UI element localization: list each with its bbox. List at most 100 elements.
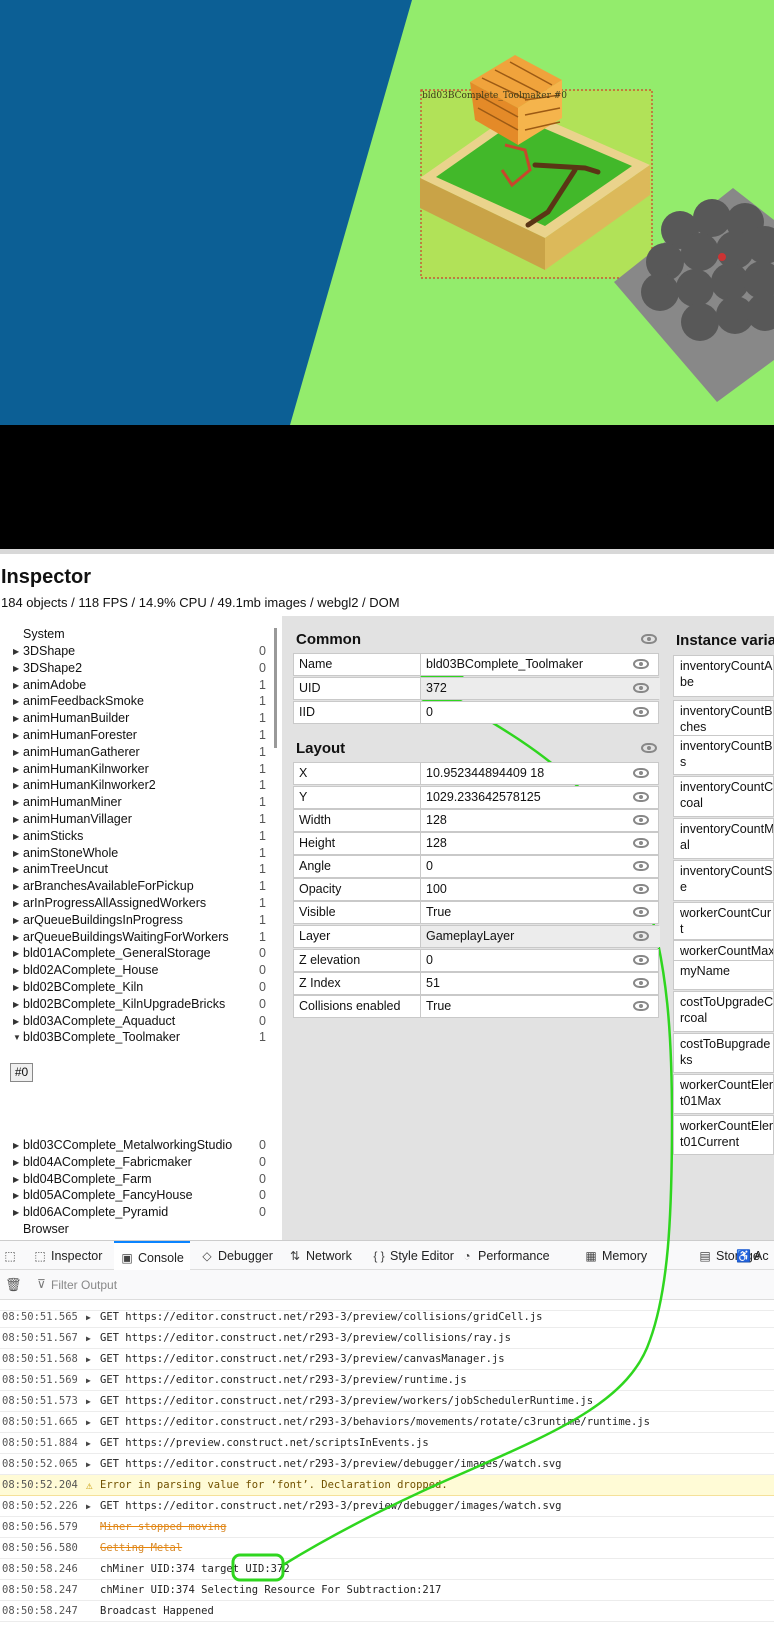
watch-eye-icon[interactable] — [633, 707, 649, 717]
tree-item-system[interactable]: System — [0, 626, 270, 643]
expand-triangle-icon[interactable]: ▶ — [13, 845, 19, 862]
tree-item[interactable]: ▶ bld02BComplete_KilnUpgradeBricks 0 — [0, 996, 270, 1013]
console-row[interactable]: 08:50:56.579 Miner stopped moving — [0, 1517, 774, 1538]
property-value[interactable]: 10.952344894409 18 — [420, 763, 660, 784]
game-viewport[interactable]: bld03BComplete_Toolmaker #0 — [0, 0, 774, 425]
expand-request-icon[interactable]: ▶ — [86, 1412, 91, 1432]
devtools-tab-inspector[interactable]: ⬚ Inspector — [33, 1241, 102, 1271]
tree-item[interactable]: ▶ animStoneWhole 1 — [0, 845, 270, 862]
tree-scrollbar[interactable] — [274, 628, 277, 748]
instance-variable-row[interactable]: myName — [673, 960, 774, 990]
tree-item[interactable]: ▶ animHumanBuilder 1 — [0, 710, 270, 727]
instance-variable-row[interactable]: inventoryCountB s — [673, 735, 774, 775]
tree-item[interactable]: ▶ bld01AComplete_GeneralStorage 0 — [0, 945, 270, 962]
console-row[interactable]: 08:50:51.573 ▶ GET https://editor.construc… — [0, 1391, 774, 1412]
object-tree[interactable]: System ▶ 3DShape 0 ▶ 3DShape2 0 ▶ animAdobe 1 ▶ ani… — [0, 626, 282, 1240]
devtools-tab-performance[interactable]: ◔ Performance — [460, 1241, 549, 1271]
tree-item[interactable]: ▶ animHumanVillager 1 — [0, 811, 270, 828]
instance-variable-row[interactable]: workerCountElen t01Current — [673, 1115, 774, 1155]
property-value[interactable]: True — [420, 902, 660, 923]
tree-item[interactable]: ▶ bld05AComplete_FancyHouse 0 — [0, 1187, 270, 1204]
property-row-iid[interactable]: IID 0 — [293, 701, 659, 724]
splitter[interactable] — [0, 549, 774, 554]
expand-triangle-icon[interactable]: ▶ — [13, 660, 19, 677]
expand-request-icon[interactable]: ▶ — [86, 1349, 91, 1369]
property-value[interactable]: 0 — [420, 950, 660, 971]
watch-eye-icon[interactable] — [633, 884, 649, 894]
property-value[interactable]: 128 — [420, 810, 660, 831]
expand-triangle-icon[interactable]: ▶ — [13, 828, 19, 845]
expand-triangle-icon[interactable]: ▶ — [13, 777, 19, 794]
devtools-tab-memory[interactable]: ▦ Memory — [584, 1241, 647, 1271]
property-row-width[interactable]: Width 128 — [293, 809, 659, 832]
common-watch-eye-icon[interactable] — [641, 634, 657, 644]
console-row[interactable]: 08:50:56.580 Getting Metal — [0, 1538, 774, 1559]
property-row-collisions-enabled[interactable]: Collisions enabled True — [293, 995, 659, 1018]
property-value[interactable]: 51 — [420, 973, 660, 994]
tree-item[interactable]: ▶ bld06AComplete_Pyramid 0 — [0, 1204, 270, 1221]
tree-item[interactable]: ▶ animAdobe 1 — [0, 677, 270, 694]
expand-request-icon[interactable]: ▶ — [86, 1391, 91, 1411]
watch-eye-icon[interactable] — [633, 931, 649, 941]
instance-variable-row[interactable]: costToBupgrade ks — [673, 1033, 774, 1073]
watch-eye-icon[interactable] — [633, 792, 649, 802]
instance-variable-row[interactable]: workerCountElen t01Max — [673, 1074, 774, 1114]
expand-triangle-icon[interactable]: ▶ — [13, 710, 19, 727]
property-row-z-elevation[interactable]: Z elevation 0 — [293, 949, 659, 972]
tree-item[interactable]: ▶ animSticks 1 — [0, 828, 270, 845]
expand-request-icon[interactable]: ▶ — [86, 1496, 91, 1516]
layout-watch-eye-icon[interactable] — [641, 743, 657, 753]
property-value[interactable]: 100 — [420, 879, 660, 900]
expand-triangle-icon[interactable]: ▶ — [13, 1013, 19, 1030]
tree-item[interactable]: ▶ bld04AComplete_Fabricmaker 0 — [0, 1154, 270, 1171]
watch-eye-icon[interactable] — [633, 659, 649, 669]
property-value[interactable]: 0 — [420, 702, 660, 723]
watch-eye-icon[interactable] — [633, 815, 649, 825]
tree-item[interactable]: ▶ animHumanForester 1 — [0, 727, 270, 744]
tree-item[interactable]: ▶ bld04BComplete_Farm 0 — [0, 1171, 270, 1188]
tree-item[interactable]: ▶ bld02AComplete_House 0 — [0, 962, 270, 979]
watch-eye-icon[interactable] — [633, 861, 649, 871]
property-value[interactable]: 0 — [420, 856, 660, 877]
tree-item[interactable]: ▶ arQueueBuildingsInProgress 1 — [0, 912, 270, 929]
devtools-tab-console[interactable]: ▣ Console — [114, 1241, 190, 1271]
console-row[interactable]: 08:50:51.567 ▶ GET https://editor.construc… — [0, 1328, 774, 1349]
expand-triangle-icon[interactable]: ▶ — [13, 693, 19, 710]
expand-triangle-icon[interactable]: ▶ — [13, 945, 19, 962]
console-row[interactable]: 08:50:51.884 ▶ GET https://preview.constru… — [0, 1433, 774, 1454]
property-row-visible[interactable]: Visible True — [293, 901, 659, 924]
property-row-height[interactable]: Height 128 — [293, 832, 659, 855]
expand-request-icon[interactable]: ▶ — [86, 1328, 91, 1348]
expand-triangle-icon[interactable]: ▶ — [13, 861, 19, 878]
tree-item[interactable]: ▶ animFeedbackSmoke 1 — [0, 693, 270, 710]
console-row[interactable]: 08:50:52.226 ▶ GET https://editor.construc… — [0, 1496, 774, 1517]
console-row[interactable]: 08:50:58.247 chMiner UID:374 Selecting Re… — [0, 1580, 774, 1601]
instance-variable-row[interactable]: workerCountCur t — [673, 902, 774, 940]
console-row[interactable]: 08:50:51.568 ▶ GET https://editor.construc… — [0, 1349, 774, 1370]
property-row-angle[interactable]: Angle 0 — [293, 855, 659, 878]
tree-item[interactable]: ▶ animHumanMiner 1 — [0, 794, 270, 811]
expand-triangle-icon[interactable]: ▶ — [13, 643, 19, 660]
property-row-y[interactable]: Y 1029.233642578125 — [293, 786, 659, 809]
instance-chip[interactable]: #0 — [10, 1063, 33, 1082]
tree-item[interactable]: ▶ animHumanGatherer 1 — [0, 744, 270, 761]
property-value[interactable]: 372 — [420, 678, 660, 699]
expand-triangle-icon[interactable]: ▶ — [13, 1137, 19, 1154]
tree-item-browser[interactable]: Browser — [0, 1221, 270, 1238]
property-value[interactable]: True — [420, 996, 660, 1017]
expand-request-icon[interactable]: ▶ — [86, 1454, 91, 1474]
console-row[interactable]: 08:50:58.247 Broadcast Happened — [0, 1601, 774, 1622]
instance-variable-row[interactable]: inventoryCountS e — [673, 860, 774, 901]
tree-item[interactable]: ▶ bld02BComplete_Kiln 0 — [0, 979, 270, 996]
instance-variable-row[interactable]: inventoryCountC coal — [673, 776, 774, 817]
devtools-tab-network[interactable]: ⇅ Network — [288, 1241, 352, 1271]
expand-triangle-icon[interactable]: ▶ — [13, 1171, 19, 1188]
expand-triangle-icon[interactable]: ▶ — [13, 727, 19, 744]
watch-eye-icon[interactable] — [633, 838, 649, 848]
expand-triangle-icon[interactable]: ▶ — [13, 811, 19, 828]
expand-request-icon[interactable]: ▶ — [86, 1370, 91, 1390]
property-value[interactable]: bld03BComplete_Toolmaker — [420, 654, 660, 675]
console-row[interactable]: 08:50:52.065 ▶ GET https://editor.construc… — [0, 1454, 774, 1475]
watch-eye-icon[interactable] — [633, 907, 649, 917]
property-row-layer[interactable]: Layer GameplayLayer — [293, 925, 660, 948]
